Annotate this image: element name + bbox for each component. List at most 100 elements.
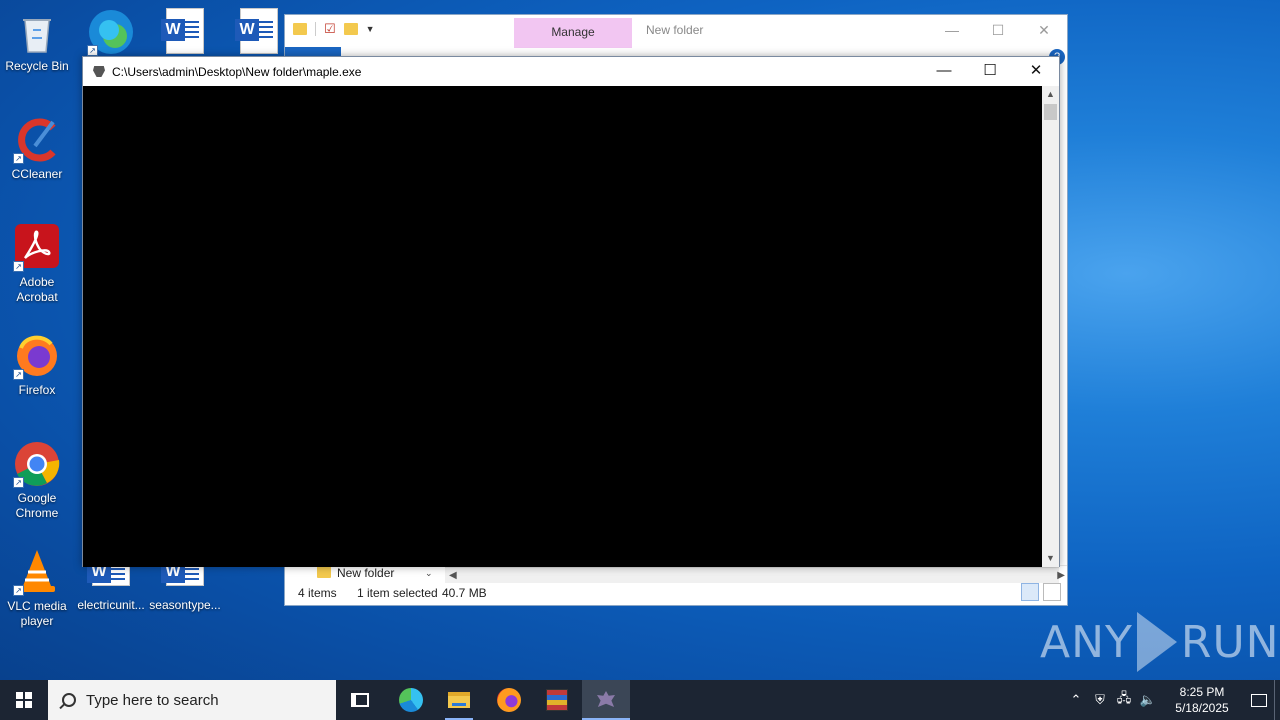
console-window[interactable]: C:\Users\admin\Desktop\New folder\maple.… xyxy=(82,56,1060,567)
desktop-icon-label: CCleaner xyxy=(11,167,63,181)
quick-access-toolbar: ☑ ▼ xyxy=(293,21,375,37)
scrollbar-thumb[interactable] xyxy=(1044,104,1057,120)
vertical-scrollbar[interactable]: ▲ ▼ xyxy=(1042,86,1059,567)
details-view-icon[interactable] xyxy=(1021,583,1039,601)
desktop-icon-recycle-bin[interactable]: Recycle Bin xyxy=(0,8,74,74)
firefox-icon: ↗ xyxy=(13,332,61,380)
shortcut-arrow-icon: ↗ xyxy=(13,261,24,272)
desktop-icon-firefox[interactable]: ↗ Firefox xyxy=(0,332,74,398)
taskbar-maple[interactable] xyxy=(582,680,630,720)
new-folder-icon[interactable] xyxy=(343,23,358,35)
close-icon[interactable]: ✕ xyxy=(1013,57,1059,85)
console-output-area[interactable] xyxy=(83,86,1043,567)
desktop-icon-label: Firefox xyxy=(18,383,56,397)
desktop-icon-label: seasontype... xyxy=(149,598,221,612)
acrobat-icon: ↗ xyxy=(13,224,61,272)
desktop-icon-adobe-acrobat[interactable]: ↗ Adobe Acrobat xyxy=(0,224,74,305)
word-doc-icon: W xyxy=(161,8,204,54)
maple-app-icon xyxy=(93,66,105,77)
folder-icon xyxy=(317,566,331,578)
nav-folder-label: New folder xyxy=(337,566,395,580)
security-icon[interactable]: ⛨ xyxy=(1088,692,1112,708)
scroll-down-icon[interactable]: ▼ xyxy=(1042,550,1059,567)
taskbar-clock[interactable]: 8:25 PM 5/18/2025 xyxy=(1166,684,1238,716)
file-explorer-icon xyxy=(448,692,470,708)
watermark-left: ANY xyxy=(1040,616,1133,668)
network-icon[interactable]: 🖧 xyxy=(1112,689,1136,711)
console-window-controls: — ☐ ✕ xyxy=(921,57,1059,85)
search-placeholder: Type here to search xyxy=(86,691,219,709)
anyrun-watermark: ANY RUN xyxy=(1040,612,1280,672)
taskbar-winrar[interactable] xyxy=(533,680,581,720)
firefox-icon xyxy=(497,688,521,712)
close-icon[interactable]: ✕ xyxy=(1021,15,1067,45)
desktop-icon-edge[interactable]: ↗ xyxy=(74,8,148,59)
desktop-icon-label: Adobe Acrobat xyxy=(16,275,58,304)
desktop-icon-google-chrome[interactable]: ↗ Google Chrome xyxy=(0,440,74,521)
winrar-icon xyxy=(546,689,568,711)
explorer-title: New folder xyxy=(646,23,704,37)
shortcut-arrow-icon: ↗ xyxy=(13,585,24,596)
watermark-right: RUN xyxy=(1180,616,1280,668)
shortcut-arrow-icon: ↗ xyxy=(13,369,24,380)
taskbar-edge[interactable] xyxy=(387,680,435,720)
taskbar-task-view[interactable] xyxy=(336,680,384,720)
notification-center-button[interactable] xyxy=(1244,680,1274,720)
maximize-icon[interactable]: ☐ xyxy=(975,15,1021,45)
explorer-status-bar: 4 items 1 item selected 40.7 MB xyxy=(285,581,1067,605)
chevron-up-icon[interactable]: ⌃ xyxy=(1064,692,1088,708)
taskbar-file-explorer[interactable] xyxy=(435,680,483,720)
desktop-icon-label: Recycle Bin xyxy=(5,59,69,73)
clock-date: 5/18/2025 xyxy=(1175,701,1229,715)
large-icons-view-icon[interactable] xyxy=(1043,583,1061,601)
console-title: C:\Users\admin\Desktop\New folder\maple.… xyxy=(112,65,362,79)
view-buttons xyxy=(1021,583,1061,601)
console-titlebar[interactable]: C:\Users\admin\Desktop\New folder\maple.… xyxy=(83,57,1059,86)
maple-app-icon xyxy=(597,691,615,707)
divider xyxy=(315,22,316,36)
play-triangle-icon xyxy=(1136,612,1177,672)
taskbar-firefox[interactable] xyxy=(485,680,533,720)
task-view-icon xyxy=(351,693,369,707)
word-doc-icon: W xyxy=(235,8,278,54)
status-size: 40.7 MB xyxy=(442,586,487,600)
chrome-icon: ↗ xyxy=(13,440,61,488)
customize-qa-icon[interactable]: ▼ xyxy=(366,24,375,34)
shortcut-arrow-icon: ↗ xyxy=(13,153,24,164)
taskbar-search-box[interactable]: Type here to search xyxy=(48,680,336,720)
vlc-icon: ↗ xyxy=(13,548,61,596)
status-selected: 1 item selected xyxy=(357,586,438,600)
windows-logo-icon xyxy=(16,692,32,708)
status-item-count: 4 items xyxy=(298,586,337,600)
explorer-window-controls: — ☐ ✕ xyxy=(929,15,1067,45)
recycle-bin-icon xyxy=(13,8,61,56)
notification-icon xyxy=(1251,693,1267,707)
desktop-icon-vlc[interactable]: ↗ VLC media player xyxy=(0,548,74,629)
tab-manage[interactable]: Manage xyxy=(514,18,632,48)
start-button[interactable] xyxy=(0,680,48,720)
desktop-icon-word-1[interactable]: W xyxy=(148,8,222,54)
folder-icon[interactable] xyxy=(293,23,307,35)
volume-icon[interactable]: 🔈 xyxy=(1136,692,1160,708)
system-tray: ⌃ ⛨ 🖧 🔈 8:25 PM 5/18/2025 xyxy=(1064,680,1280,720)
minimize-icon[interactable]: — xyxy=(921,57,967,85)
show-desktop-button[interactable] xyxy=(1274,680,1280,720)
chevron-down-icon[interactable]: ⌄ xyxy=(425,568,433,579)
desktop-icon-label: VLC media player xyxy=(7,599,67,628)
scroll-up-icon[interactable]: ▲ xyxy=(1042,86,1059,103)
ccleaner-icon: ↗ xyxy=(13,116,61,164)
properties-icon[interactable]: ☑ xyxy=(324,21,336,37)
edge-icon: ↗ xyxy=(87,8,135,56)
clock-time: 8:25 PM xyxy=(1179,685,1225,699)
edge-icon xyxy=(399,688,423,712)
explorer-titlebar[interactable]: ☑ ▼ Manage New folder — ☐ ✕ xyxy=(285,15,1067,48)
minimize-icon[interactable]: — xyxy=(929,15,975,45)
taskbar: Type here to search ⌃ ⛨ 🖧 🔈 8:25 PM 5/18… xyxy=(0,680,1280,720)
desktop-icon-ccleaner[interactable]: ↗ CCleaner xyxy=(0,116,74,182)
desktop-icon-label: electricunit... xyxy=(77,598,145,612)
desktop-icon-label: Google Chrome xyxy=(15,491,59,520)
search-icon xyxy=(62,693,76,707)
shortcut-arrow-icon: ↗ xyxy=(13,477,24,488)
shortcut-arrow-icon: ↗ xyxy=(87,45,98,56)
maximize-icon[interactable]: ☐ xyxy=(967,57,1013,85)
